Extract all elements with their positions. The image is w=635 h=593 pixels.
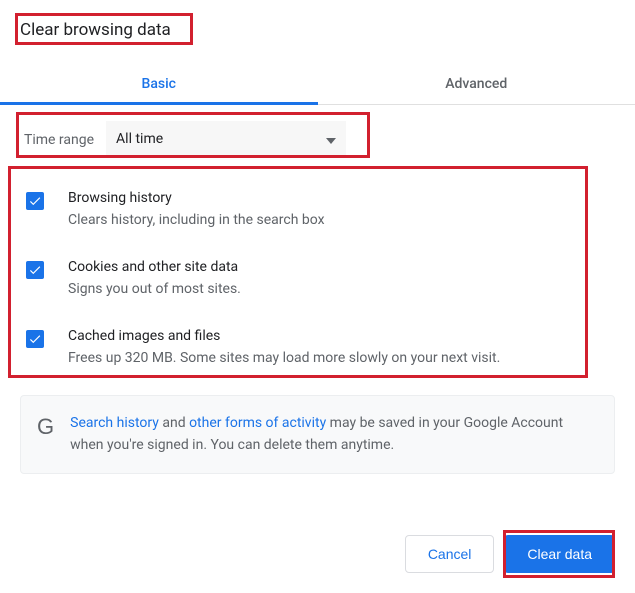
option-desc: Clears history, including in the search … bbox=[68, 210, 609, 231]
notice-mid1: and bbox=[159, 415, 189, 431]
clear-data-button[interactable]: Clear data bbox=[504, 535, 615, 573]
tab-advanced[interactable]: Advanced bbox=[318, 62, 635, 104]
checkbox-cached[interactable] bbox=[26, 330, 44, 348]
option-title: Cached images and files bbox=[68, 328, 609, 344]
google-notice: G Search history and other forms of acti… bbox=[20, 395, 615, 474]
tabs: Basic Advanced bbox=[0, 62, 635, 105]
google-icon: G bbox=[37, 414, 54, 440]
checkbox-cookies[interactable] bbox=[26, 261, 44, 279]
link-other-activity[interactable]: other forms of activity bbox=[189, 415, 326, 431]
tab-basic[interactable]: Basic bbox=[0, 62, 318, 104]
time-range-row: Time range All time bbox=[20, 109, 615, 170]
options-list: Browsing history Clears history, includi… bbox=[20, 170, 615, 387]
option-browsing-history: Browsing history Clears history, includi… bbox=[22, 176, 613, 245]
option-desc: Signs you out of most sites. bbox=[68, 279, 609, 300]
dialog-footer: Cancel Clear data bbox=[405, 535, 615, 573]
cancel-button[interactable]: Cancel bbox=[405, 535, 495, 573]
time-range-select[interactable]: All time bbox=[106, 121, 346, 158]
option-cached: Cached images and files Frees up 320 MB.… bbox=[22, 314, 613, 383]
link-search-history[interactable]: Search history bbox=[70, 415, 159, 431]
option-cookies: Cookies and other site data Signs you ou… bbox=[22, 245, 613, 314]
dialog-title: Clear browsing data bbox=[20, 20, 171, 40]
checkbox-browsing-history[interactable] bbox=[26, 192, 44, 210]
option-desc: Frees up 320 MB. Some sites may load mor… bbox=[68, 348, 609, 369]
option-title: Cookies and other site data bbox=[68, 259, 609, 275]
notice-text: Search history and other forms of activi… bbox=[70, 412, 598, 457]
time-range-value[interactable]: All time bbox=[106, 121, 346, 158]
option-title: Browsing history bbox=[68, 190, 609, 206]
time-range-label: Time range bbox=[24, 132, 94, 148]
